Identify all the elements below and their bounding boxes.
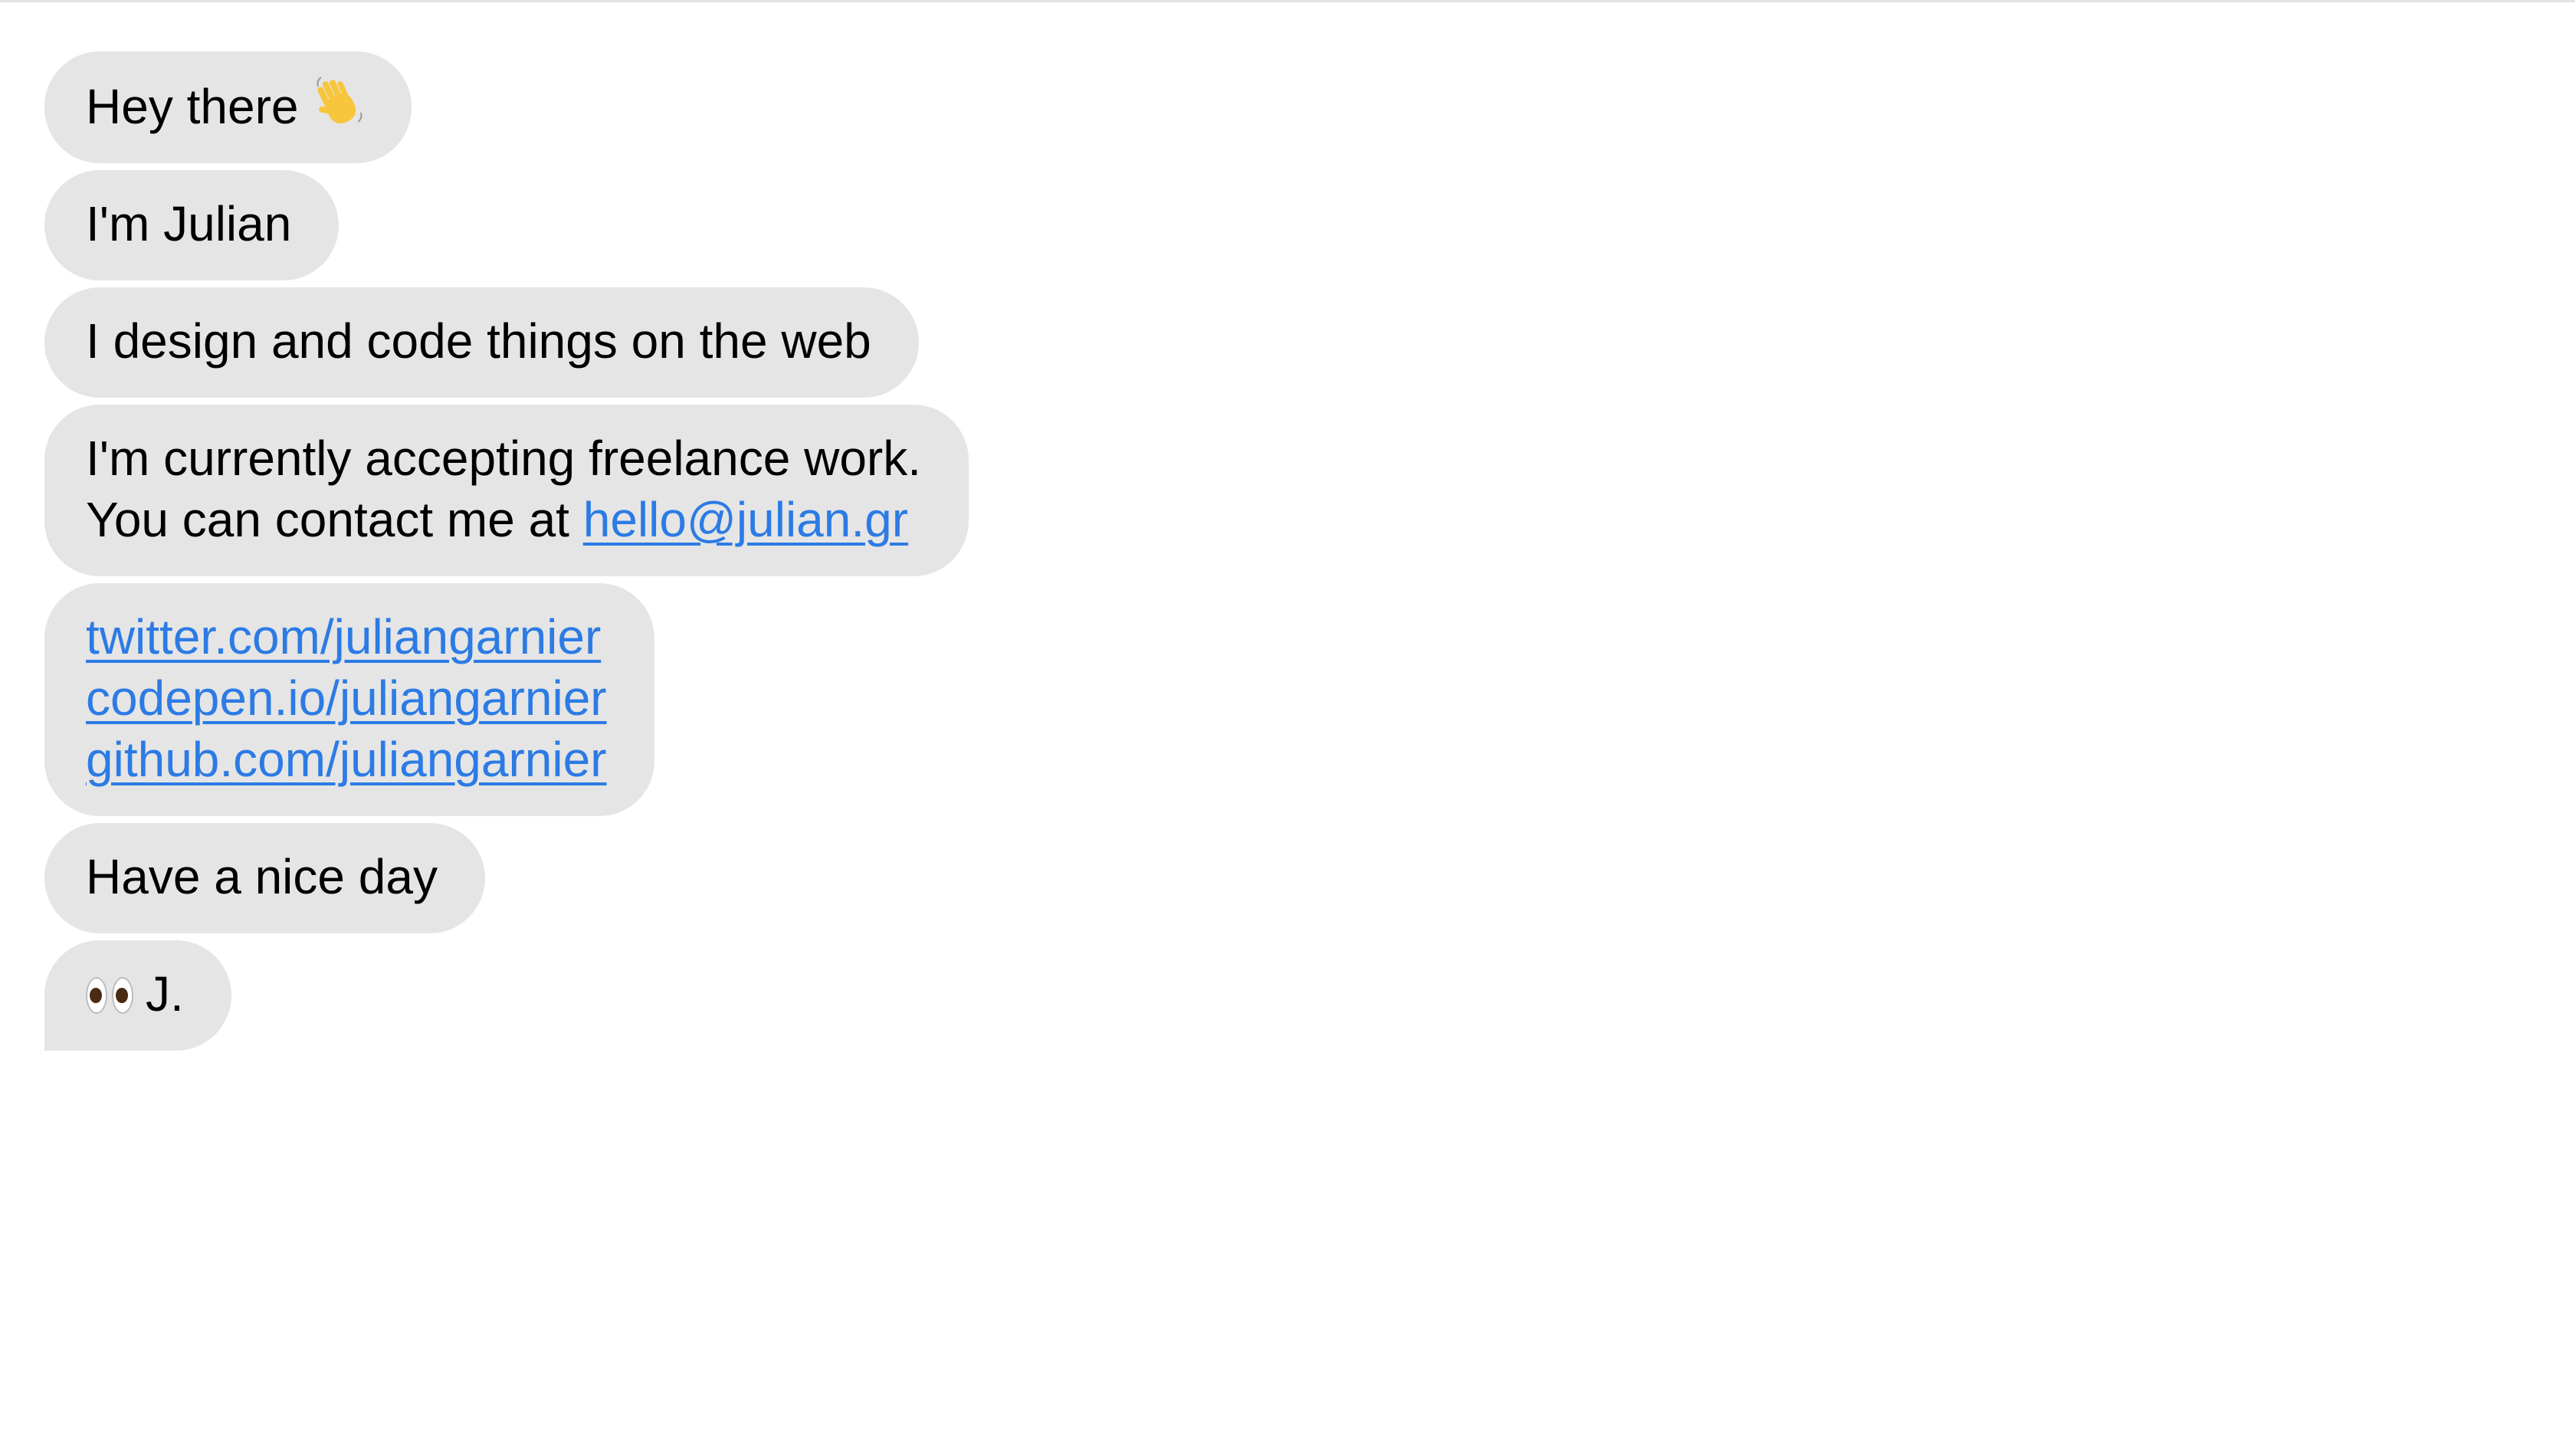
message-text-line-1: I'm currently accepting freelance work. — [86, 431, 921, 486]
waving-hand-icon — [317, 77, 362, 124]
message-text: Have a nice day — [86, 849, 438, 904]
message-text: I design and code things on the web — [86, 313, 871, 369]
message-text: Hey there — [86, 79, 299, 134]
message-bubble-greeting: Hey there — [44, 51, 412, 163]
message-bubble-farewell: Have a nice day — [44, 823, 485, 933]
message-bubble-name: I'm Julian — [44, 170, 340, 280]
eye-left — [86, 977, 107, 1014]
codepen-link[interactable]: codepen.io/juliangarnier — [86, 667, 607, 729]
message-bubble-contact: I'm currently accepting freelance work. … — [44, 405, 969, 576]
message-bubble-links: twitter.com/juliangarnier codepen.io/jul… — [44, 583, 654, 816]
github-link[interactable]: github.com/juliangarnier — [86, 729, 607, 790]
message-text: I'm Julian — [86, 196, 292, 251]
twitter-link[interactable]: twitter.com/juliangarnier — [86, 606, 607, 667]
window-top-border — [0, 0, 2575, 2]
email-link[interactable]: hello@julian.gr — [583, 492, 908, 547]
message-bubble-signature: J. — [44, 940, 231, 1051]
message-thread: Hey there I'm Julian I design and code t… — [44, 51, 969, 1051]
eye-right — [112, 977, 133, 1014]
eyes-icon — [86, 977, 133, 1014]
message-text-line-2: You can contact me at hello@julian.gr — [86, 489, 921, 550]
message-bubble-occupation: I design and code things on the web — [44, 287, 919, 398]
message-text-prefix: You can contact me at — [86, 492, 583, 547]
signature-text: J. — [146, 966, 184, 1021]
